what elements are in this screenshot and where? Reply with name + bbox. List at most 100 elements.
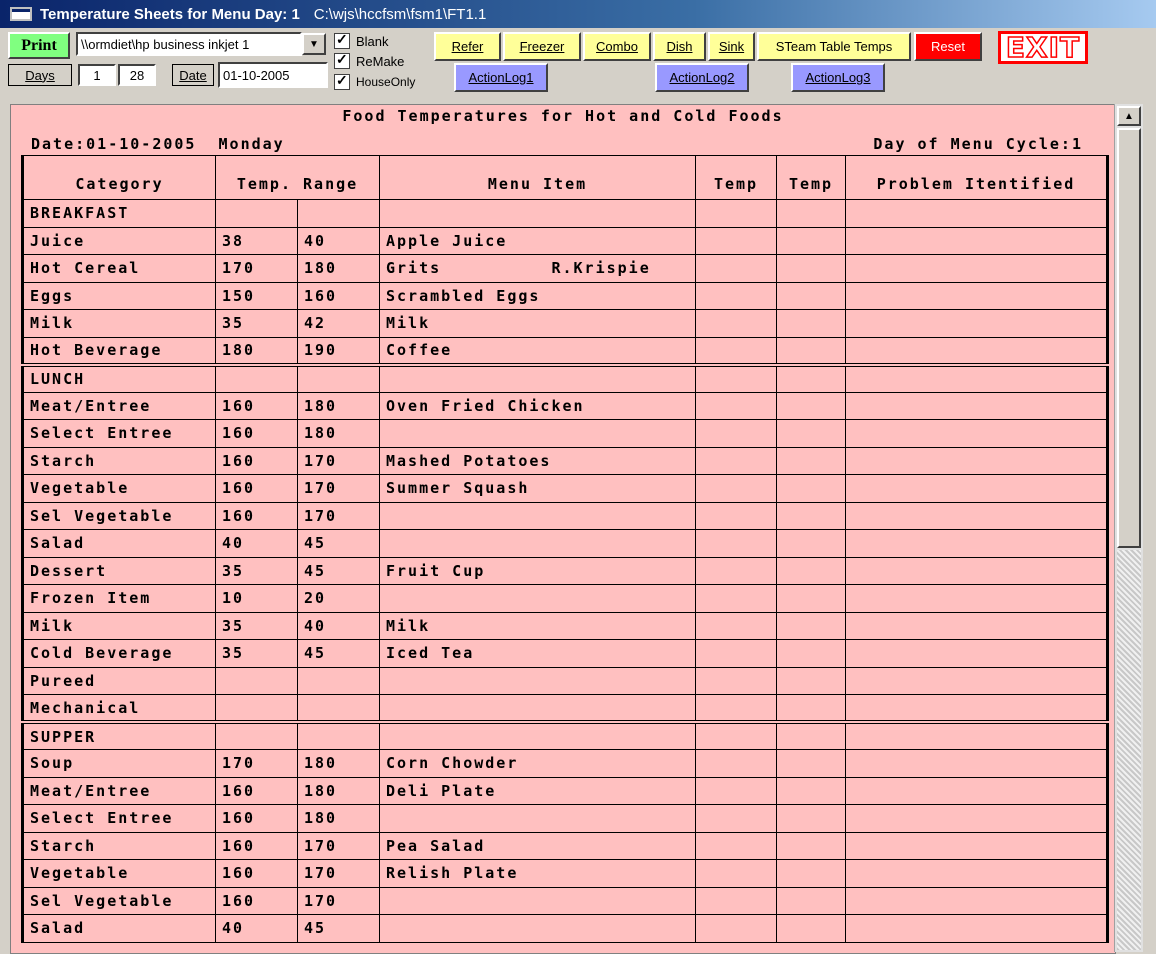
problem-cell[interactable] — [845, 501, 1109, 530]
temp-entry-cell-2[interactable] — [776, 859, 846, 888]
temp-entry-cell-1[interactable] — [695, 804, 777, 833]
temp-entry-cell-1[interactable] — [695, 529, 777, 558]
problem-cell[interactable] — [845, 419, 1109, 448]
problem-cell[interactable] — [845, 804, 1109, 833]
temp-entry-cell-2[interactable] — [776, 281, 846, 310]
temp-entry-cell-2[interactable] — [776, 831, 846, 860]
temp-entry-cell-1[interactable] — [695, 501, 777, 530]
temp-entry-cell-1[interactable] — [695, 666, 777, 695]
problem-cell[interactable] — [845, 556, 1109, 585]
scrollbar-track[interactable] — [1117, 550, 1141, 950]
problem-cell[interactable] — [845, 914, 1109, 943]
temp-entry-cell-1[interactable] — [695, 886, 777, 915]
temp-entry-cell-1[interactable] — [695, 419, 777, 448]
problem-cell[interactable] — [845, 309, 1109, 338]
refer-button[interactable]: Refer — [434, 32, 501, 61]
temp-entry-cell-1[interactable] — [695, 776, 777, 805]
temp-entry-cell-2[interactable] — [776, 199, 846, 228]
problem-cell[interactable] — [845, 474, 1109, 503]
temp-entry-cell-1[interactable] — [695, 362, 777, 393]
problem-cell[interactable] — [845, 281, 1109, 310]
temp-entry-cell-2[interactable] — [776, 694, 846, 723]
problem-cell[interactable] — [845, 886, 1109, 915]
problem-cell[interactable] — [845, 254, 1109, 283]
temp-entry-cell-2[interactable] — [776, 639, 846, 668]
problem-cell[interactable] — [845, 391, 1109, 420]
actionlog2-button[interactable]: ActionLog2 — [655, 63, 749, 92]
temp-entry-cell-2[interactable] — [776, 501, 846, 530]
actionlog3-button[interactable]: ActionLog3 — [791, 63, 885, 92]
temp-entry-cell-1[interactable] — [695, 914, 777, 943]
problem-cell[interactable] — [845, 611, 1109, 640]
temp-entry-cell-2[interactable] — [776, 749, 846, 778]
temp-entry-cell-2[interactable] — [776, 419, 846, 448]
temp-entry-cell-1[interactable] — [695, 749, 777, 778]
date-input[interactable]: 01-10-2005 — [218, 62, 328, 88]
temp-entry-cell-2[interactable] — [776, 666, 846, 695]
problem-cell[interactable] — [845, 446, 1109, 475]
problem-cell[interactable] — [845, 720, 1109, 750]
temp-entry-cell-1[interactable] — [695, 584, 777, 613]
temp-entry-cell-1[interactable] — [695, 336, 777, 365]
actionlog1-button[interactable]: ActionLog1 — [454, 63, 548, 92]
combo-button[interactable]: Combo — [583, 32, 651, 61]
temp-entry-cell-1[interactable] — [695, 831, 777, 860]
temp-entry-cell-1[interactable] — [695, 720, 777, 750]
temp-entry-cell-1[interactable] — [695, 254, 777, 283]
steam-table-temps-button[interactable]: STeam Table Temps — [757, 32, 911, 61]
problem-cell[interactable] — [845, 226, 1109, 255]
temp-entry-cell-1[interactable] — [695, 281, 777, 310]
temp-entry-cell-2[interactable] — [776, 474, 846, 503]
blank-checkbox[interactable]: Blank — [334, 31, 389, 50]
temp-entry-cell-2[interactable] — [776, 776, 846, 805]
houseonly-checkbox[interactable]: HouseOnly — [334, 72, 415, 91]
problem-cell[interactable] — [845, 776, 1109, 805]
scroll-up-arrow-icon[interactable]: ▲ — [1117, 106, 1141, 126]
temp-entry-cell-2[interactable] — [776, 914, 846, 943]
temp-entry-cell-2[interactable] — [776, 556, 846, 585]
printer-dropdown-button[interactable]: ▼ — [302, 33, 326, 55]
problem-cell[interactable] — [845, 749, 1109, 778]
dish-button[interactable]: Dish — [653, 32, 706, 61]
temp-entry-cell-2[interactable] — [776, 584, 846, 613]
temp-entry-cell-1[interactable] — [695, 556, 777, 585]
temp-entry-cell-1[interactable] — [695, 226, 777, 255]
problem-cell[interactable] — [845, 336, 1109, 365]
problem-cell[interactable] — [845, 666, 1109, 695]
temp-entry-cell-1[interactable] — [695, 446, 777, 475]
temp-entry-cell-1[interactable] — [695, 474, 777, 503]
problem-cell[interactable] — [845, 199, 1109, 228]
problem-cell[interactable] — [845, 831, 1109, 860]
exit-button[interactable]: EXIT — [996, 29, 1090, 66]
temp-entry-cell-2[interactable] — [776, 226, 846, 255]
days-from-input[interactable]: 1 — [78, 64, 116, 86]
freezer-button[interactable]: Freezer — [503, 32, 581, 61]
problem-cell[interactable] — [845, 584, 1109, 613]
temp-entry-cell-2[interactable] — [776, 446, 846, 475]
temp-entry-cell-1[interactable] — [695, 309, 777, 338]
sink-button[interactable]: Sink — [708, 32, 755, 61]
temp-entry-cell-2[interactable] — [776, 611, 846, 640]
temp-entry-cell-2[interactable] — [776, 886, 846, 915]
temp-entry-cell-2[interactable] — [776, 254, 846, 283]
temp-entry-cell-1[interactable] — [695, 859, 777, 888]
temp-entry-cell-2[interactable] — [776, 529, 846, 558]
temp-entry-cell-1[interactable] — [695, 199, 777, 228]
temp-entry-cell-1[interactable] — [695, 694, 777, 723]
temp-entry-cell-2[interactable] — [776, 804, 846, 833]
problem-cell[interactable] — [845, 694, 1109, 723]
temp-entry-cell-2[interactable] — [776, 309, 846, 338]
problem-cell[interactable] — [845, 529, 1109, 558]
printer-select[interactable]: \\ormdiet\hp business inkjet 1 — [76, 32, 302, 56]
temp-entry-cell-1[interactable] — [695, 611, 777, 640]
temp-entry-cell-2[interactable] — [776, 362, 846, 393]
days-to-input[interactable]: 28 — [118, 64, 156, 86]
scrollbar-thumb[interactable] — [1117, 128, 1141, 548]
temp-entry-cell-2[interactable] — [776, 336, 846, 365]
vertical-scrollbar[interactable]: ▲ — [1114, 104, 1143, 952]
problem-cell[interactable] — [845, 639, 1109, 668]
problem-cell[interactable] — [845, 362, 1109, 393]
reset-button[interactable]: Reset — [914, 32, 982, 61]
temp-entry-cell-1[interactable] — [695, 391, 777, 420]
problem-cell[interactable] — [845, 859, 1109, 888]
